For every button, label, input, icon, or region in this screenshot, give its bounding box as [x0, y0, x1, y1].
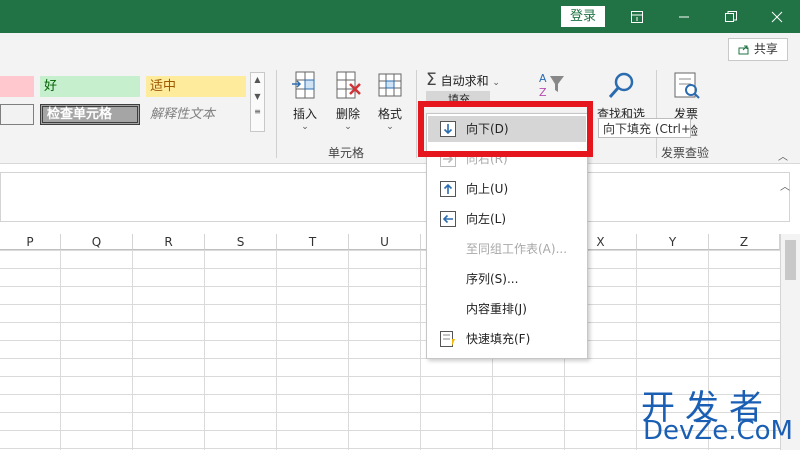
login-button[interactable]: 登录 [561, 6, 605, 27]
column-header-z[interactable]: Z [709, 234, 780, 250]
share-button[interactable]: 共享 [728, 38, 788, 61]
format-cells-icon [378, 73, 402, 97]
style-explanatory[interactable]: 解释性文本 [146, 104, 246, 125]
invoice-group-label: 发票查验 [661, 146, 710, 160]
format-label: 格式 [377, 107, 402, 121]
style-bad[interactable] [0, 76, 34, 97]
search-icon [608, 72, 634, 98]
style-neutral[interactable]: 适中 [146, 76, 246, 97]
styles-gallery-scroll[interactable]: ▲ ▼ ≡ [250, 72, 265, 132]
menu-item-series[interactable]: 序列(S)... [428, 266, 586, 292]
menu-item-label: 快速填充(F) [466, 332, 531, 346]
group-separator [656, 70, 657, 158]
delete-button[interactable]: 删除 ⌄ [328, 70, 368, 132]
close-icon [771, 11, 783, 22]
menu-item-fill-left[interactable]: 向左(L) [428, 206, 586, 232]
column-header-q[interactable]: Q [61, 234, 133, 250]
format-dropdown-icon: ⌄ [386, 122, 394, 132]
column-header-r[interactable]: R [133, 234, 205, 250]
menu-item-label: 内容重排(J) [466, 302, 527, 316]
ribbon-display-icon [631, 10, 643, 23]
scrollbar-thumb[interactable] [785, 240, 796, 280]
autosum-label: 自动求和 [440, 74, 489, 88]
delete-label: 删除 [335, 107, 360, 121]
sigma-icon: Σ [426, 70, 437, 90]
menu-item-flash-fill[interactable]: 快速填充(F) [428, 326, 586, 352]
menu-item-justify[interactable]: 内容重排(J) [428, 296, 586, 322]
close-button[interactable] [754, 0, 800, 33]
autosum-button[interactable]: Σ 自动求和 ⌄ [426, 70, 518, 90]
format-button[interactable]: 格式 ⌄ [370, 70, 410, 132]
column-header-t[interactable]: T [277, 234, 349, 250]
share-icon [738, 45, 749, 55]
watermark-text-en: DevZe.CoM [643, 416, 793, 446]
gallery-down-icon: ▼ [254, 92, 261, 101]
column-header-y[interactable]: Y [637, 234, 709, 250]
gallery-up-icon: ▲ [254, 75, 261, 84]
style-check-cell[interactable]: 检查单元格 [40, 104, 140, 125]
invoice-icon [674, 72, 700, 99]
style-good[interactable]: 好 [40, 76, 140, 97]
column-header-u[interactable]: U [349, 234, 421, 250]
sort-filter-button[interactable]: A Z [522, 70, 580, 105]
autosum-dropdown-icon: ⌄ [492, 78, 500, 88]
sort-filter-icon: A Z [539, 72, 564, 99]
insert-cells-icon [292, 71, 315, 99]
minimize-button[interactable] [661, 0, 707, 33]
title-bar: 登录 [0, 0, 800, 33]
menu-item-fill-up[interactable]: 向上(U) [428, 176, 586, 202]
insert-dropdown-icon: ⌄ [301, 122, 309, 132]
minimize-icon [679, 16, 689, 17]
delete-cells-icon [336, 71, 361, 99]
column-header-p[interactable]: P [0, 234, 61, 250]
collapse-ribbon-icon[interactable]: ︿ [778, 148, 788, 163]
menu-item-across-worksheets[interactable]: 至同组工作表(A)... [428, 236, 586, 262]
formula-collapse-icon[interactable]: ︿ [780, 178, 790, 193]
ribbon-display-options-button[interactable] [614, 0, 660, 33]
formula-bar: ︿ [0, 164, 800, 235]
style-calculation[interactable] [0, 104, 34, 125]
fill-left-icon [440, 211, 456, 227]
restore-icon [725, 10, 737, 22]
share-label: 共享 [753, 42, 778, 56]
formula-input[interactable] [0, 172, 790, 222]
cells-group-label: 单元格 [328, 146, 365, 160]
highlight-box [418, 101, 593, 157]
flash-fill-icon [440, 331, 455, 347]
menu-item-label: 向上(U) [466, 182, 509, 196]
restore-button[interactable] [708, 0, 754, 33]
svg-text:Z: Z [539, 86, 547, 99]
group-separator [416, 70, 417, 158]
menu-item-label: 序列(S)... [466, 272, 519, 286]
insert-label: 插入 [292, 107, 317, 121]
fill-up-icon [440, 181, 456, 197]
fill-down-tooltip: 向下填充 (Ctrl+D) [598, 118, 691, 138]
insert-button[interactable]: 插入 ⌄ [286, 70, 324, 132]
column-header-s[interactable]: S [205, 234, 277, 250]
menu-item-label: 向左(L) [466, 212, 507, 226]
group-separator [276, 70, 277, 158]
menu-item-label: 至同组工作表(A)... [466, 242, 568, 256]
gallery-more-icon: ≡ [254, 107, 261, 116]
delete-dropdown-icon: ⌄ [344, 122, 352, 132]
svg-text:A: A [539, 72, 547, 85]
